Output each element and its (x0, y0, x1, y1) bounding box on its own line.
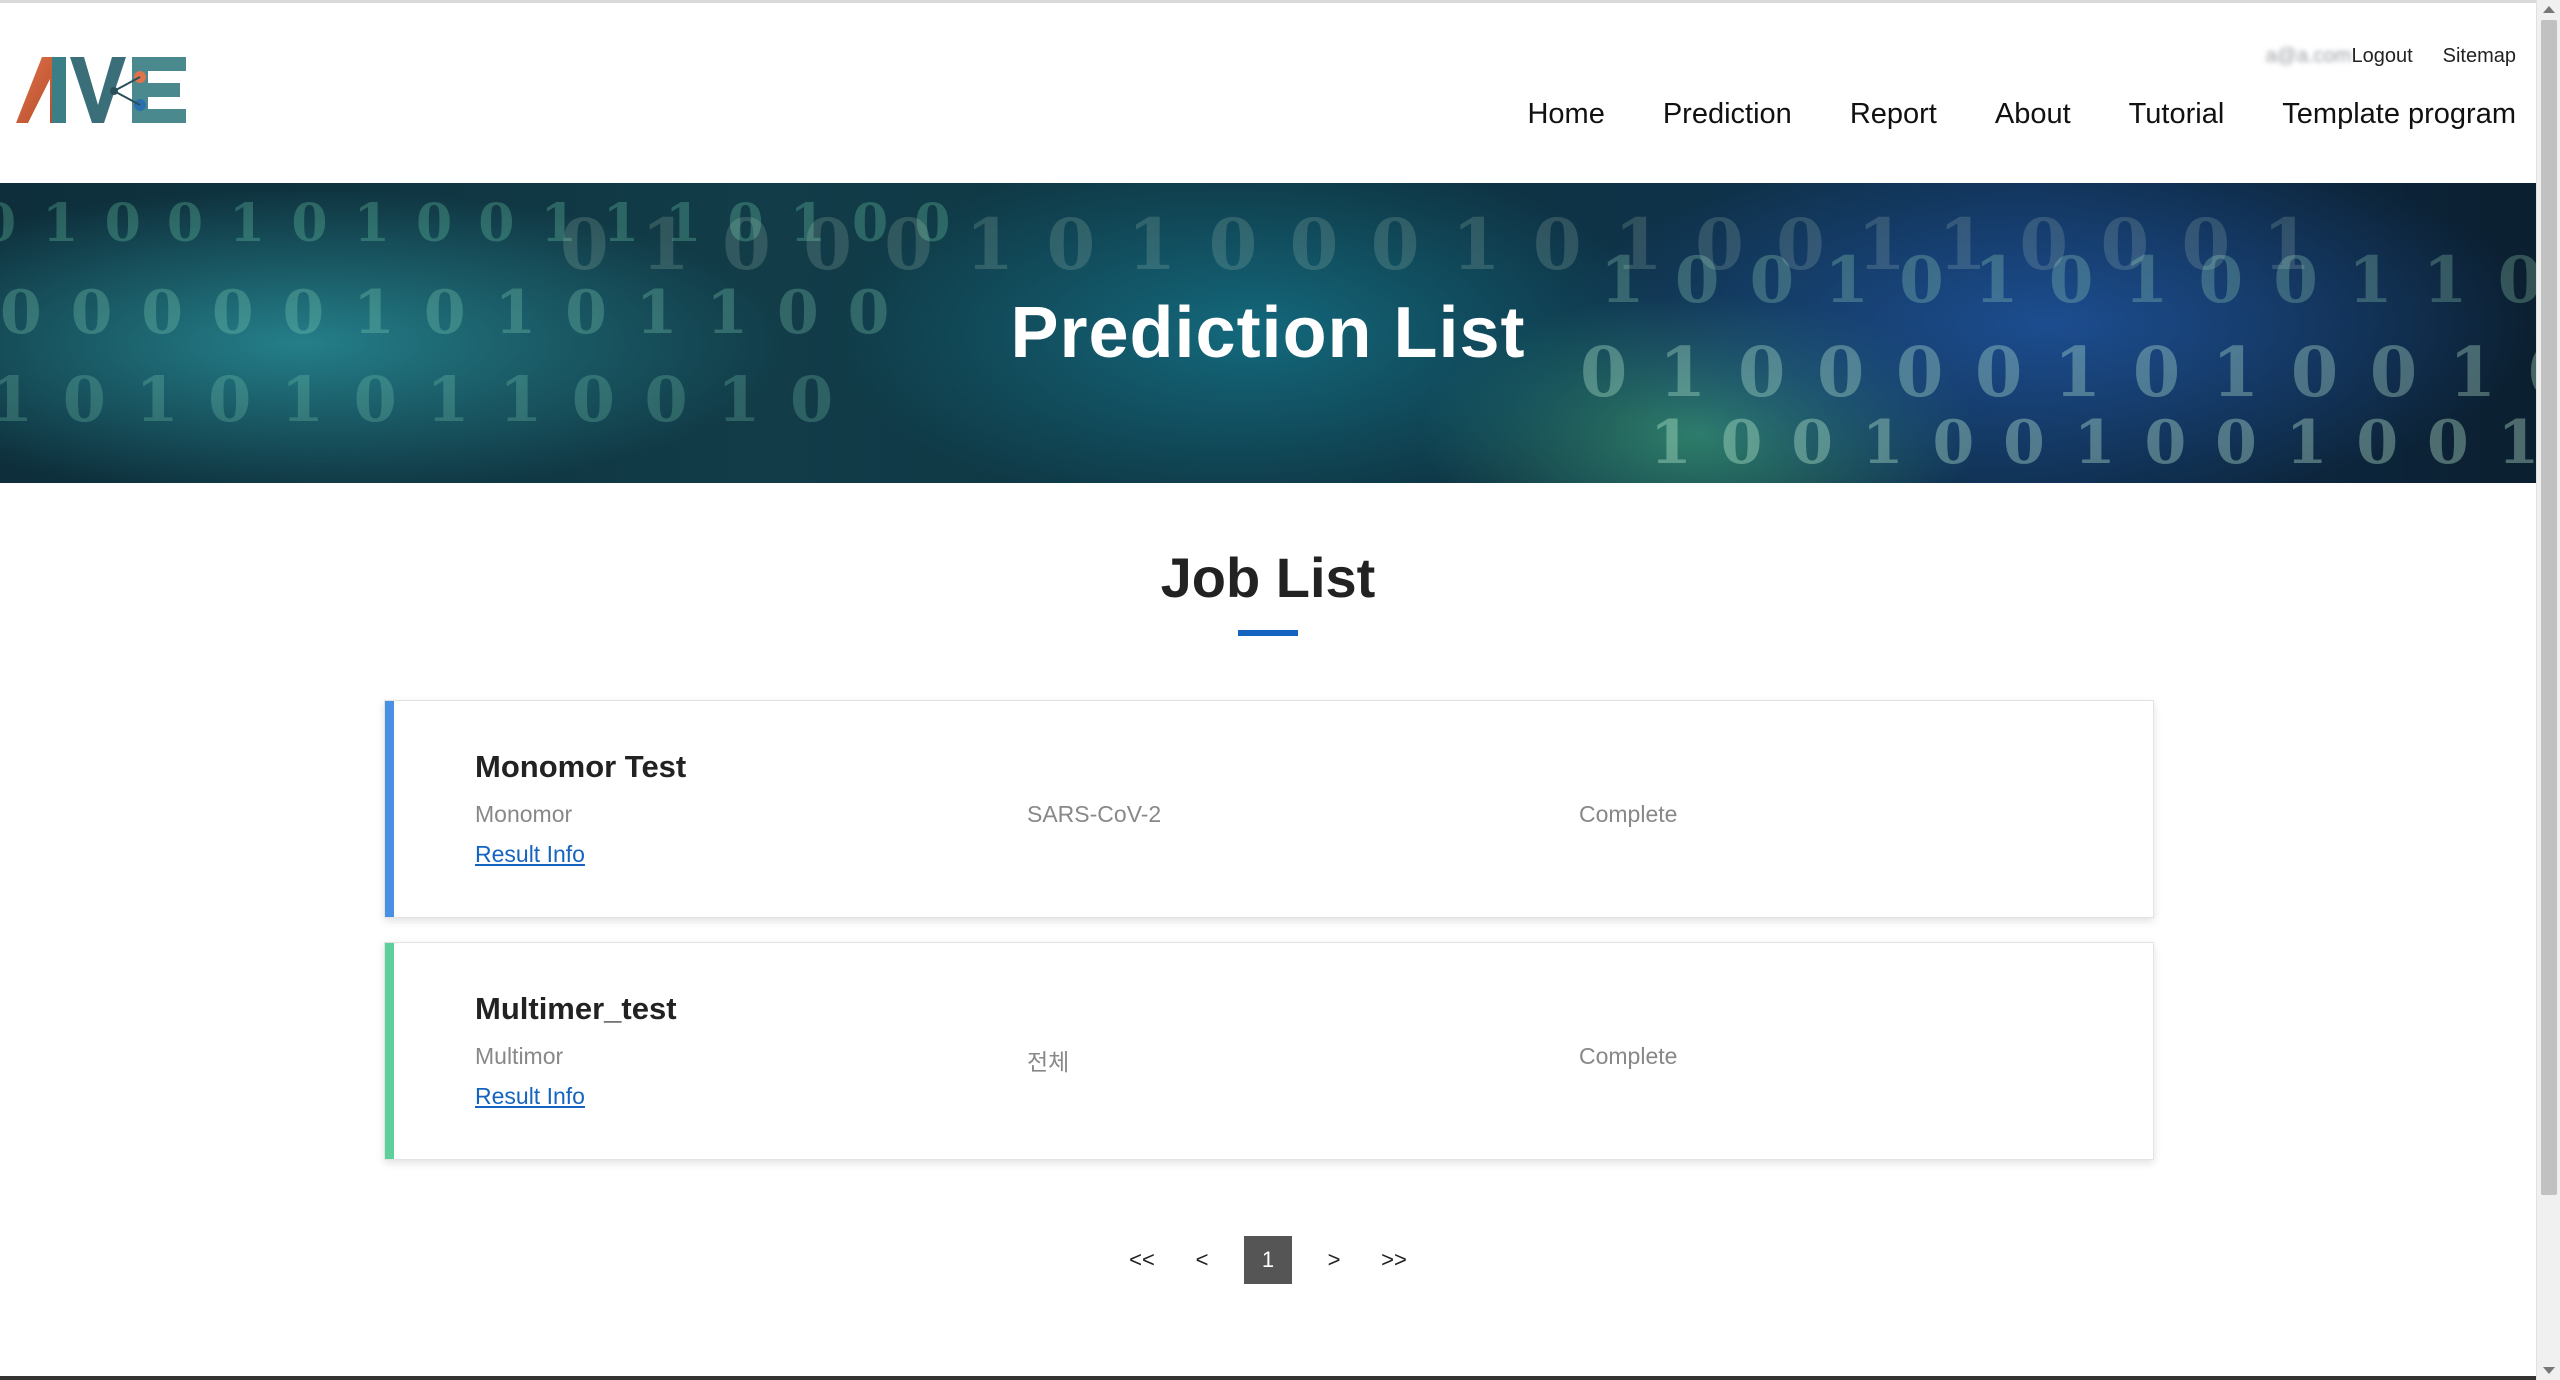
result-info-link[interactable]: Result Info (475, 841, 585, 868)
title-underline (1238, 630, 1298, 636)
page-current-button[interactable]: 1 (1244, 1236, 1292, 1284)
job-target: 전체 (1027, 1049, 1070, 1075)
job-status: Complete (1579, 801, 1678, 827)
page-last-button[interactable]: >> (1376, 1236, 1412, 1284)
nav-template-program[interactable]: Template program (2282, 98, 2516, 131)
logout-link[interactable]: Logout (2351, 45, 2412, 68)
job-card: Multimer_test Multimor 전체 Complete Resul… (384, 942, 2154, 1160)
utility-menu: a@a.com Logout Sitemap (2266, 45, 2516, 68)
nav-about[interactable]: About (1995, 98, 2071, 131)
main-nav: Home Prediction Report About Tutorial Te… (1527, 98, 2516, 131)
scrollbar-thumb[interactable] (2541, 20, 2557, 1195)
page-banner: 0 1 0 0 1 0 1 0 0 1 1 1 0 1 0 0 0 0 0 0 … (0, 183, 2536, 483)
scroll-up-icon[interactable] (2543, 6, 2555, 13)
vertical-scrollbar[interactable] (2536, 0, 2560, 1380)
site-header: a@a.com Logout Sitemap Home Prediction R… (0, 3, 2536, 183)
nav-tutorial[interactable]: Tutorial (2129, 98, 2225, 131)
job-type: Multimor (475, 1043, 564, 1069)
nav-prediction[interactable]: Prediction (1663, 98, 1792, 131)
job-card-accent (385, 943, 394, 1159)
job-status: Complete (1579, 1043, 1678, 1069)
nav-report[interactable]: Report (1850, 98, 1937, 131)
site-logo[interactable] (14, 53, 194, 133)
sitemap-link[interactable]: Sitemap (2443, 45, 2516, 68)
pagination: << < 1 > >> (0, 1236, 2536, 1284)
user-email: a@a.com (2265, 45, 2352, 67)
job-name: Monomor Test (475, 749, 687, 784)
job-name: Multimer_test (475, 991, 677, 1026)
scroll-down-icon[interactable] (2543, 1367, 2555, 1374)
page-prev-button[interactable]: < (1184, 1236, 1220, 1284)
nav-home[interactable]: Home (1527, 98, 1604, 131)
section-title: Job List (1160, 546, 1376, 609)
job-card: Monomor Test Monomor SARS-CoV-2 Complete… (384, 700, 2154, 918)
page-first-button[interactable]: << (1124, 1236, 1160, 1284)
page-next-button[interactable]: > (1316, 1236, 1352, 1284)
job-type: Monomor (475, 801, 573, 827)
bottom-border (0, 1376, 2536, 1380)
result-info-link[interactable]: Result Info (475, 1083, 585, 1110)
aive-logo-icon (16, 57, 186, 123)
banner-title: Prediction List (1010, 293, 1526, 373)
job-card-accent (385, 701, 394, 917)
job-target: SARS-CoV-2 (1027, 801, 1162, 827)
